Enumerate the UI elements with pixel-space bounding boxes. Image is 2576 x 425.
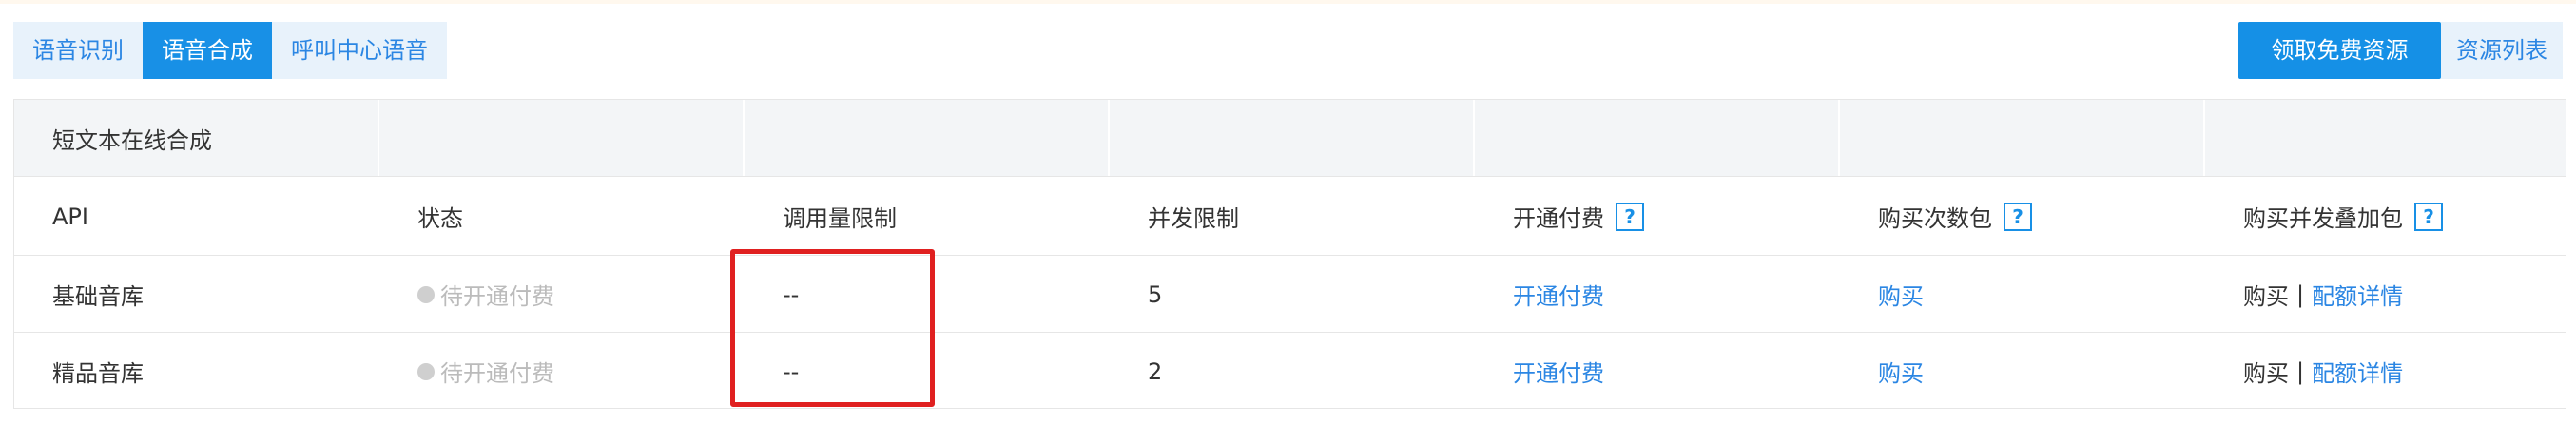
enable-pay-cell: 开通付费 xyxy=(1475,256,1840,333)
resource-list-button[interactable]: 资源列表 xyxy=(2441,22,2563,79)
header-buy-concurrency-pack: 购买并发叠加包 ? xyxy=(2205,177,2566,256)
help-icon[interactable]: ? xyxy=(1616,202,1644,231)
call-limit-value: -- xyxy=(783,357,800,385)
table-row: 精品音库 待开通付费 -- 2 开通付费 购买 购买 | 配额详情 xyxy=(14,332,2566,410)
status-dot-icon xyxy=(417,285,435,303)
tab-speech-synthesis[interactable]: 语音合成 xyxy=(143,22,272,79)
claim-free-resources-button[interactable]: 领取免费资源 xyxy=(2238,22,2441,79)
buy-pack-link[interactable]: 购买 xyxy=(1878,355,1924,388)
status-badge: 待开通付费 xyxy=(417,278,554,311)
group-cell-empty xyxy=(1840,100,2205,176)
status-badge: 待开通付费 xyxy=(417,355,554,388)
buy-concurrency-link[interactable]: 购买 xyxy=(2243,278,2289,311)
group-title: 短文本在线合成 xyxy=(14,100,379,176)
api-table: 短文本在线合成 API 状态 调用量限制 并发限制 开通付费 ? 购买次数包 ?… xyxy=(13,99,2566,409)
header-concurrency-limit: 并发限制 xyxy=(1148,205,1239,232)
separator: | xyxy=(2296,357,2305,385)
quota-detail-link[interactable]: 配额详情 xyxy=(2312,278,2403,311)
buy-pack-link[interactable]: 购买 xyxy=(1878,278,1924,311)
buy-pack-cell: 购买 xyxy=(1840,333,2205,410)
enable-pay-link[interactable]: 开通付费 xyxy=(1513,278,1604,311)
api-name: 基础音库 xyxy=(52,283,144,310)
buy-concurrency-cell: 购买 | 配额详情 xyxy=(2205,256,2566,333)
top-accent-line xyxy=(0,0,2576,4)
help-icon[interactable]: ? xyxy=(2414,202,2443,231)
buy-pack-cell: 购买 xyxy=(1840,256,2205,333)
separator: | xyxy=(2296,280,2305,308)
group-cell-empty xyxy=(379,100,745,176)
header-enable-pay: 开通付费 ? xyxy=(1475,177,1840,256)
product-tabs: 语音识别 语音合成 呼叫中心语音 xyxy=(13,22,447,79)
group-cell-empty xyxy=(2205,100,2566,176)
tab-speech-recognition[interactable]: 语音识别 xyxy=(13,22,143,79)
group-cell-empty xyxy=(1475,100,1840,176)
enable-pay-cell: 开通付费 xyxy=(1475,333,1840,410)
header-buy-pack: 购买次数包 ? xyxy=(1840,177,2205,256)
enable-pay-link[interactable]: 开通付费 xyxy=(1513,355,1604,388)
buy-concurrency-link[interactable]: 购买 xyxy=(2243,355,2289,388)
table-row: 基础音库 待开通付费 -- 5 开通付费 购买 购买 | 配额详情 xyxy=(14,255,2566,333)
group-cell-empty xyxy=(745,100,1110,176)
table-group-row: 短文本在线合成 xyxy=(14,100,2566,176)
api-name: 精品音库 xyxy=(52,360,144,387)
status-dot-icon xyxy=(417,362,435,380)
status-cell: 待开通付费 xyxy=(379,333,745,410)
table-header-row: API 状态 调用量限制 并发限制 开通付费 ? 购买次数包 ? 购买并发叠加包… xyxy=(14,176,2566,256)
call-limit-value: -- xyxy=(783,280,800,308)
buy-concurrency-cell: 购买 | 配额详情 xyxy=(2205,333,2566,410)
status-cell: 待开通付费 xyxy=(379,256,745,333)
help-icon[interactable]: ? xyxy=(2004,202,2032,231)
concurrency-value: 5 xyxy=(1148,280,1163,308)
quota-detail-link[interactable]: 配额详情 xyxy=(2312,355,2403,388)
header-call-limit: 调用量限制 xyxy=(783,205,897,232)
tab-call-center-voice[interactable]: 呼叫中心语音 xyxy=(272,22,447,79)
header-status: 状态 xyxy=(417,205,463,232)
group-cell-empty xyxy=(1110,100,1475,176)
header-api: API xyxy=(52,203,88,230)
concurrency-value: 2 xyxy=(1148,357,1163,385)
